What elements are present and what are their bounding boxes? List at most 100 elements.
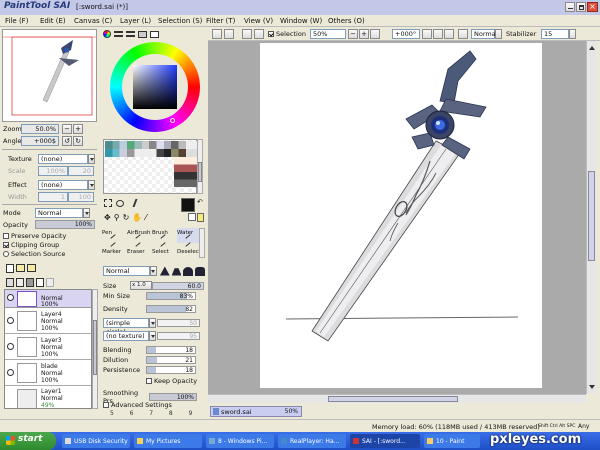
layer-row[interactable]: blade Normal 100%: [5, 361, 91, 386]
brush-shape-round-icon[interactable]: [183, 266, 194, 276]
dilution-slider[interactable]: 21: [146, 356, 196, 364]
effect-dropdown[interactable]: [88, 180, 95, 190]
brush-mode-dropdown[interactable]: [150, 266, 157, 276]
taskbar-item[interactable]: My Pictures: [134, 434, 202, 448]
document-tab[interactable]: sword.sai 50%: [210, 406, 302, 417]
close-button[interactable]: ×: [587, 2, 598, 12]
minimize-button[interactable]: [565, 2, 575, 12]
taskbar-item[interactable]: RealPlayer: Ha...: [278, 434, 346, 448]
swap-colors-icon[interactable]: ↶: [197, 198, 203, 206]
scale-value[interactable]: 100%: [38, 166, 68, 176]
folder-icon[interactable]: [27, 264, 36, 272]
swatch-grid[interactable]: [103, 139, 197, 194]
menu-window[interactable]: Window (W): [280, 17, 322, 25]
brush-shape-flat-icon[interactable]: [195, 266, 205, 276]
brush-texture-dropdown[interactable]: [149, 331, 156, 341]
hand-icon[interactable]: ✋: [132, 213, 142, 222]
brush-mode-select[interactable]: Normal: [103, 266, 151, 276]
tool-airbrush[interactable]: AirBrush: [127, 228, 151, 243]
toolbar-btn-3[interactable]: [242, 29, 252, 39]
brush-shape-sharp-icon[interactable]: [159, 266, 170, 276]
brush-texture-select[interactable]: (no texture): [103, 331, 149, 341]
brush-shape-dropdown[interactable]: [149, 318, 156, 328]
size-multiplier[interactable]: x 1.0: [130, 281, 152, 290]
canvas-mode-select[interactable]: Normal: [471, 29, 498, 39]
canvas-vscrollbar[interactable]: [586, 41, 596, 394]
menu-filter[interactable]: Filter (T): [206, 17, 235, 25]
toolbar-btn-2[interactable]: [224, 29, 234, 39]
preserve-opacity-checkbox[interactable]: Preserve Opacity: [3, 232, 66, 240]
layer-row[interactable]: Layer4 Normal 100%: [5, 309, 91, 334]
selection-source-checkbox[interactable]: Selection Source: [3, 250, 65, 258]
eye-icon[interactable]: [7, 343, 14, 350]
brush-shape-mid-icon[interactable]: [171, 268, 182, 276]
layer-row[interactable]: Normal 100%: [5, 290, 91, 308]
tool-brush[interactable]: Brush: [152, 228, 176, 243]
scroll-thumb[interactable]: [93, 320, 97, 375]
menu-file[interactable]: File (F): [5, 17, 28, 25]
zoom-select[interactable]: 50%: [310, 29, 346, 39]
smoothing-slider[interactable]: 100%: [149, 393, 197, 401]
menu-others[interactable]: Others (O): [328, 17, 365, 25]
opacity-slider[interactable]: 100%: [35, 220, 95, 229]
flip-button[interactable]: [458, 29, 468, 39]
size-slider[interactable]: 60.0: [152, 281, 204, 290]
tool-select[interactable]: Select: [152, 242, 176, 257]
eye-icon[interactable]: [7, 294, 14, 301]
stabilizer-value[interactable]: 15: [541, 29, 569, 39]
trash-icon[interactable]: [26, 277, 34, 287]
density-slider[interactable]: 82: [146, 305, 196, 313]
maximize-button[interactable]: [576, 2, 586, 12]
angle-value[interactable]: +000$: [21, 136, 59, 146]
rgb-slider-icon[interactable]: [114, 31, 123, 37]
advanced-settings-checkbox[interactable]: Advanced Settings: [103, 401, 172, 409]
foreground-color[interactable]: [181, 198, 195, 212]
magic-wand-icon[interactable]: [126, 199, 138, 207]
start-button[interactable]: start: [0, 432, 56, 450]
width-max[interactable]: 100: [68, 192, 94, 202]
rotate-icon[interactable]: ↻: [123, 213, 130, 222]
zoom-minus-button[interactable]: −: [348, 29, 358, 39]
rotate-reset-button[interactable]: [444, 29, 454, 39]
saturation-value-square[interactable]: [133, 65, 177, 109]
rotate-right-button[interactable]: ↻: [73, 136, 83, 146]
zoom-value[interactable]: 50.0%: [21, 124, 59, 134]
hue-marker[interactable]: [170, 118, 175, 123]
menu-view[interactable]: View (V): [244, 17, 273, 25]
selection-toggle[interactable]: Selection: [268, 30, 306, 38]
zoom-tool-icon[interactable]: ⚲: [114, 213, 120, 222]
move-icon[interactable]: ✥: [104, 213, 111, 222]
zoom-plus-button[interactable]: +: [359, 29, 369, 39]
minsize-slider[interactable]: 83%: [146, 292, 196, 300]
width-value[interactable]: 1: [38, 192, 68, 202]
shape-strength-slider[interactable]: 50: [157, 319, 200, 327]
stabilizer-dropdown[interactable]: [569, 29, 576, 39]
blend-mode-dropdown[interactable]: [83, 208, 90, 218]
toolbar-btn-1[interactable]: [212, 29, 222, 39]
effect-select[interactable]: (none): [38, 180, 88, 190]
clipping-group-checkbox[interactable]: Clipping Group: [3, 241, 59, 249]
texture-strength-slider[interactable]: 95: [157, 332, 200, 340]
persistence-slider[interactable]: 18: [146, 366, 196, 374]
layer-row[interactable]: Layer1 Normal 49%: [5, 387, 91, 408]
scroll-down-icon[interactable]: [589, 385, 595, 392]
tool-marker[interactable]: Marker: [102, 242, 126, 257]
toolbar-btn-4[interactable]: [254, 29, 264, 39]
tool-eraser[interactable]: Eraser: [127, 242, 151, 257]
menu-canvas[interactable]: Canvas (C): [74, 17, 112, 25]
eye-icon[interactable]: [7, 369, 14, 376]
canvas-hscrollbar[interactable]: [208, 394, 586, 403]
merge-icon[interactable]: [6, 277, 14, 287]
zoom-in-button[interactable]: +: [73, 124, 83, 134]
hsv-slider-icon[interactable]: [126, 31, 135, 37]
color-wheel[interactable]: [110, 42, 200, 132]
rotate-left-button[interactable]: ↺: [62, 136, 72, 146]
layer-scrollbar[interactable]: [92, 289, 98, 409]
rotate-cw-button[interactable]: [433, 29, 443, 39]
texture-dropdown[interactable]: [88, 154, 95, 164]
eye-icon[interactable]: [7, 317, 14, 324]
marquee-icon[interactable]: [104, 199, 112, 207]
copy-icon[interactable]: [16, 277, 24, 287]
lock-icon[interactable]: [46, 277, 54, 287]
menu-layer[interactable]: Layer (L): [120, 17, 151, 25]
